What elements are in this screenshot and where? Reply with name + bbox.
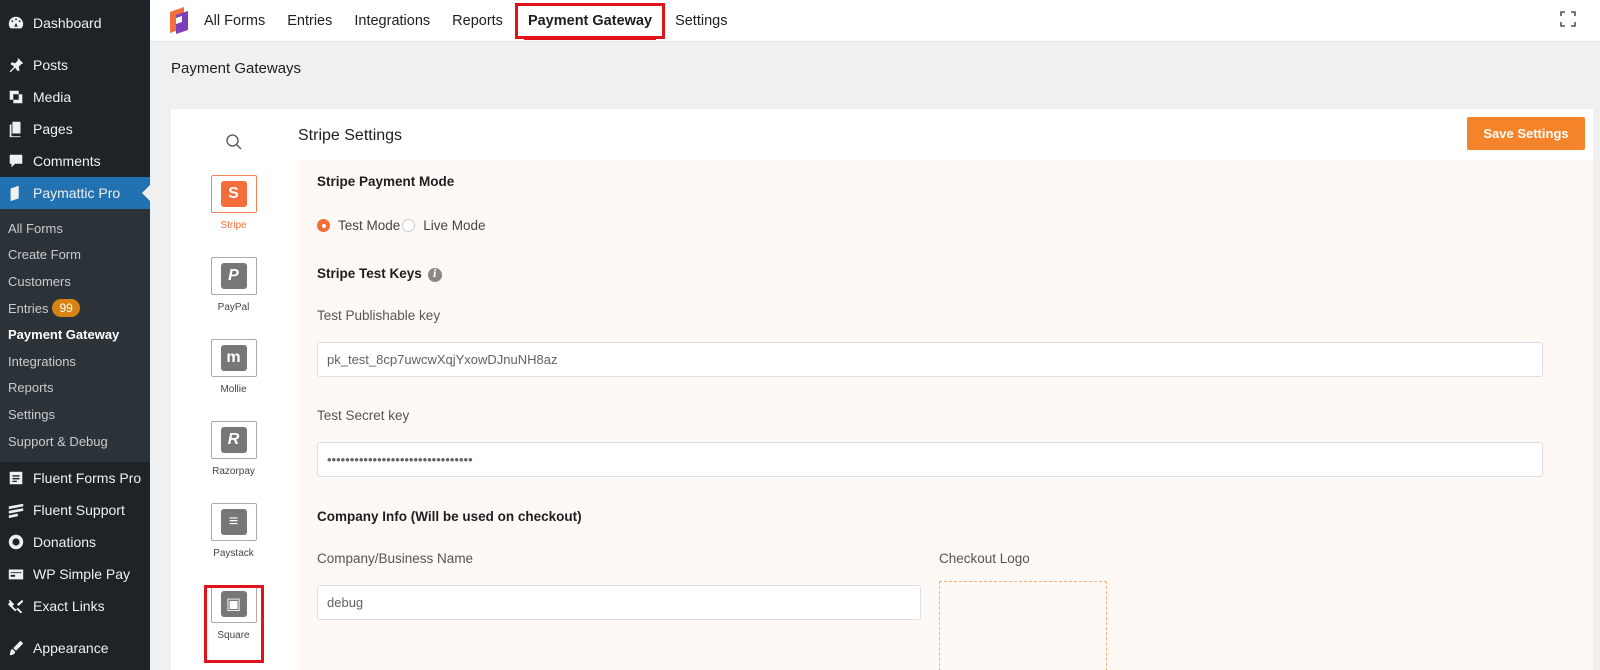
wp-admin-sidebar: Dashboard Posts Media Pages Comments Pay… [0,0,150,670]
menu-appearance[interactable]: Appearance [0,632,150,664]
submenu-create-form[interactable]: Create Form [0,242,150,269]
gateway-list: S Stripe P PayPal m Mollie R Razorpay ≡ … [171,109,296,670]
menu-wp-simple-pay[interactable]: WP Simple Pay [0,558,150,590]
gateway-paypal[interactable]: P PayPal [171,257,296,313]
links-icon [6,596,26,616]
submenu-all-forms[interactable]: All Forms [0,215,150,242]
entries-count-badge: 99 [52,299,80,318]
submenu-support-debug[interactable]: Support & Debug [0,428,150,455]
menu-comments[interactable]: Comments [0,145,150,177]
menu-label: Comments [33,153,101,169]
menu-paymattic-pro[interactable]: Paymattic Pro [0,177,150,209]
gateway-razorpay[interactable]: R Razorpay [171,421,296,477]
company-name-label: Company/Business Name [317,551,474,566]
submenu-customers[interactable]: Customers [0,268,150,295]
menu-fluent-support[interactable]: Fluent Support [0,494,150,526]
test-mode-radio[interactable] [317,219,330,232]
gateway-label: Paystack [213,548,254,559]
test-keys-heading: Stripe Test Keys i [317,266,442,282]
menu-donations[interactable]: Donations [0,526,150,558]
menu-dashboard[interactable]: Dashboard [0,7,150,39]
company-name-input[interactable] [317,585,921,620]
pages-icon [6,119,26,139]
save-settings-button[interactable]: Save Settings [1467,117,1585,150]
pin-icon [6,55,26,75]
gateway-paystack[interactable]: ≡ Paystack [171,503,296,559]
menu-label: Dashboard [33,15,102,31]
nav-all-forms[interactable]: All Forms [204,0,265,42]
menu-media[interactable]: Media [0,81,150,113]
paymattic-submenu: All Forms Create Form Customers Entries 9… [0,209,150,463]
square-highlight-box [204,585,264,663]
donations-icon [6,532,26,552]
paypal-icon: P [220,263,247,289]
menu-exact-links[interactable]: Exact Links [0,590,150,622]
paymattic-logo-icon [170,6,188,34]
menu-label: Exact Links [33,598,105,615]
submenu-reports[interactable]: Reports [0,375,150,402]
gateway-stripe[interactable]: S Stripe [171,175,296,231]
publishable-key-input[interactable] [317,342,1543,377]
gateway-settings-card: S Stripe P PayPal m Mollie R Razorpay ≡ … [171,109,1593,670]
dashboard-icon [6,13,26,33]
gateway-label: Stripe [220,220,247,231]
payment-mode-heading: Stripe Payment Mode [317,174,455,189]
checkout-logo-upload[interactable] [939,581,1107,670]
gateway-label: Razorpay [212,466,255,477]
live-mode-radio[interactable] [402,219,416,232]
fullscreen-icon[interactable] [1560,11,1576,27]
fluent-support-icon [6,500,26,520]
menu-fluent-forms-pro[interactable]: Fluent Forms Pro [0,462,150,494]
secret-key-input[interactable] [317,442,1543,477]
gateway-label: PayPal [217,302,250,313]
menu-posts[interactable]: Posts [0,49,150,81]
simple-pay-icon [6,564,26,584]
menu-label: Media [33,89,72,105]
settings-title: Stripe Settings [298,127,403,144]
stripe-settings-panel: Stripe Payment Mode Test Mode Live Mode … [298,160,1593,670]
submenu-payment-gateway[interactable]: Payment Gateway [0,321,150,348]
secret-key-label: Test Secret key [317,408,410,423]
menu-label: Paymattic Pro [33,185,121,201]
payment-mode-radio-group: Test Mode Live Mode [317,218,488,233]
company-info-heading: Company Info (Will be used on checkout) [317,509,582,524]
radio-label: Live Mode [423,218,486,233]
submenu-settings[interactable]: Settings [0,401,150,428]
publishable-key-label: Test Publishable key [317,308,441,323]
nav-payment-gateway[interactable]: Payment Gateway [514,2,666,40]
comment-icon [6,151,26,171]
menu-label: WP Simple Pay [33,566,130,583]
menu-label: Posts [33,57,69,73]
menu-label: Fluent Forms Pro [33,470,142,487]
menu-label: Pages [33,121,73,137]
razorpay-icon: R [220,427,247,453]
menu-label: Fluent Support [33,502,125,519]
info-icon[interactable]: i [427,268,442,282]
submenu-integrations[interactable]: Integrations [0,348,150,375]
paymattic-icon [6,183,26,203]
nav-entries[interactable]: Entries [287,0,332,42]
page-title: Payment Gateways [171,60,302,77]
stripe-icon: S [220,181,247,207]
radio-label: Test Mode [338,218,401,233]
paystack-icon: ≡ [220,509,247,535]
appearance-icon [6,638,26,658]
menu-pages[interactable]: Pages [0,113,150,145]
menu-label: Appearance [33,640,109,657]
menu-label: Donations [33,534,97,551]
nav-settings[interactable]: Settings [675,0,727,42]
submenu-entries[interactable]: Entries 99 [0,295,150,322]
search-icon[interactable] [225,133,243,151]
fluent-forms-icon [6,468,26,488]
mollie-icon: m [220,345,247,371]
checkout-logo-label: Checkout Logo [939,551,1030,566]
media-icon [6,87,26,107]
nav-integrations[interactable]: Integrations [354,0,430,42]
gateway-label: Mollie [220,384,247,395]
plugin-top-nav: All Forms Entries Integrations Reports P… [150,0,1600,42]
gateway-mollie[interactable]: m Mollie [171,339,296,395]
nav-reports[interactable]: Reports [452,0,503,42]
